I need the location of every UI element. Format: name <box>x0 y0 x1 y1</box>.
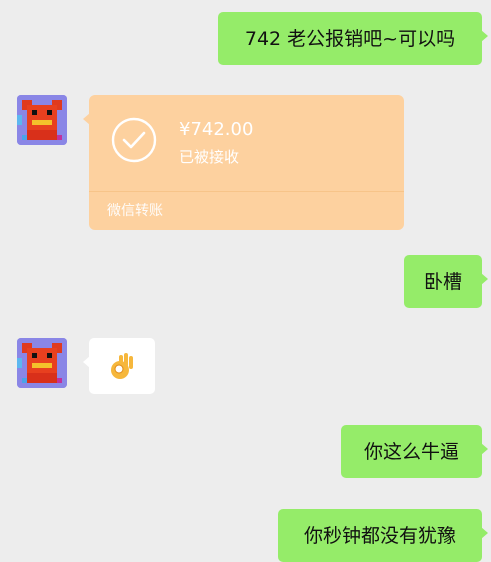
transfer-amount: ¥742.00 <box>179 119 254 140</box>
sticker-message-bubble[interactable] <box>83 338 155 394</box>
message-bubble-self[interactable]: 卧槽 <box>404 255 488 308</box>
message-bubble-self[interactable]: 你这么牛逼 <box>341 425 488 478</box>
message-text: 卧槽 <box>423 270 462 293</box>
wechat-transfer-card[interactable]: ¥742.00 已被接收 微信转账 <box>83 95 404 230</box>
transfer-status: 已被接收 <box>179 148 240 166</box>
ok-hand-icon <box>111 353 133 379</box>
message-bubble-self[interactable]: 你秒钟都没有犹豫 <box>278 509 488 562</box>
transfer-footer-label: 微信转账 <box>107 203 163 219</box>
message-text: 你这么牛逼 <box>363 440 459 463</box>
message-bubble-self[interactable]: 742 老公报销吧~可以吗 <box>218 12 488 65</box>
avatar[interactable] <box>17 95 67 145</box>
transfer-divider <box>89 191 404 192</box>
message-text: 你秒钟都没有犹豫 <box>303 524 456 547</box>
avatar[interactable] <box>17 338 67 388</box>
message-text: 742 老公报销吧~可以吗 <box>244 27 456 50</box>
check-icon <box>111 117 157 163</box>
